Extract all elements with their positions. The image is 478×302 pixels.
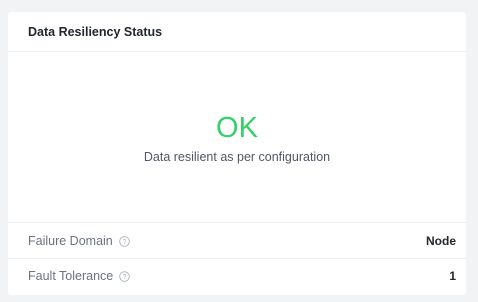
widget-title: Data Resiliency Status	[28, 24, 163, 39]
status-description: Data resilient as per configuration	[143, 150, 331, 164]
failure-domain-value: Node	[426, 233, 456, 248]
failure-domain-label: Failure Domain	[28, 233, 113, 248]
svg-text:?: ?	[123, 274, 127, 281]
fault-tolerance-row: Fault Tolerance ? 1	[8, 258, 466, 293]
failure-domain-row: Failure Domain ? Node	[8, 223, 466, 258]
fault-tolerance-label: Fault Tolerance	[28, 269, 114, 283]
fault-tolerance-value: 1	[449, 269, 456, 283]
help-icon[interactable]: ?	[119, 271, 131, 282]
svg-text:?: ?	[122, 239, 126, 246]
status-value: OK	[216, 112, 258, 144]
help-icon[interactable]: ?	[119, 235, 130, 247]
data-resiliency-widget: Data Resiliency Status OK Data resilient…	[8, 12, 466, 295]
status-area: OK Data resilient as per configuration	[8, 52, 466, 223]
widget-header: Data Resiliency Status	[8, 12, 466, 52]
